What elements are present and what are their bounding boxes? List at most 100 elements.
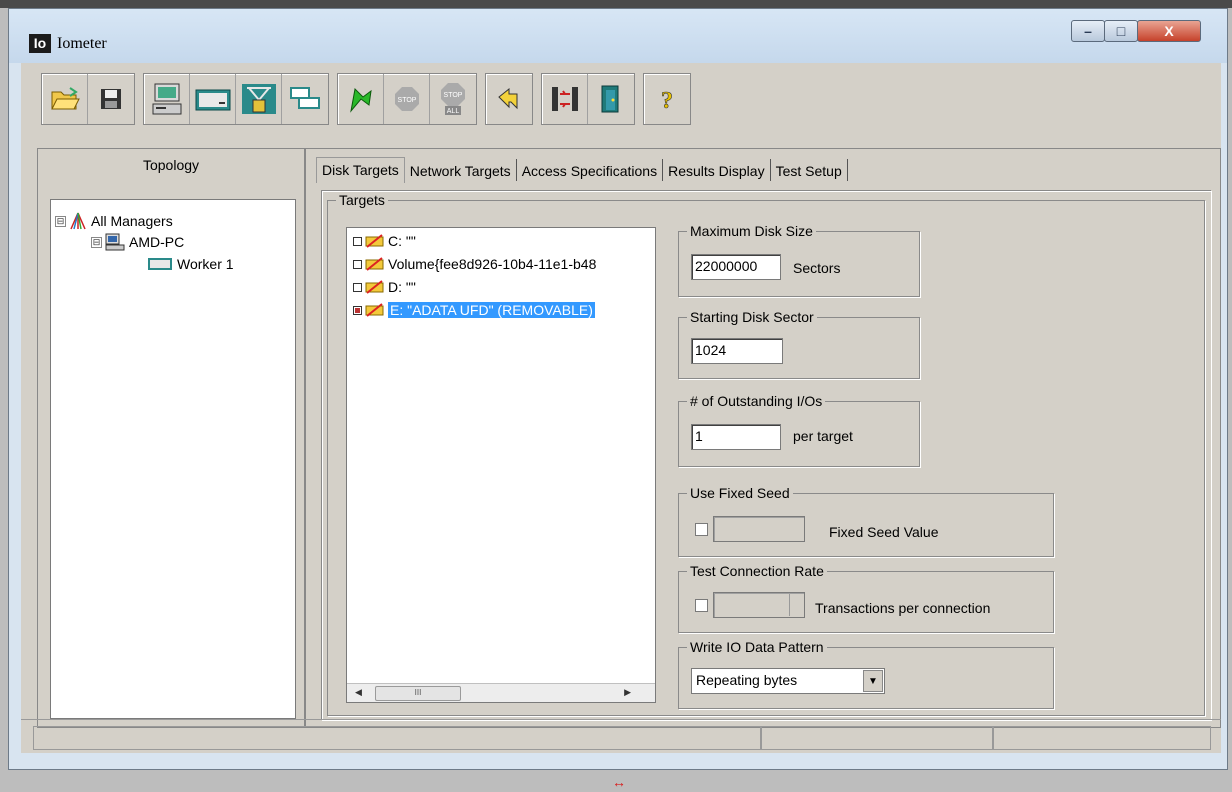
target-item-selected[interactable]: E: "ADATA UFD" (REMOVABLE)	[353, 301, 595, 319]
close-icon: X	[1164, 23, 1174, 39]
tab-access-specifications[interactable]: Access Specifications	[517, 159, 664, 181]
open-icon	[50, 87, 80, 110]
chevron-down-icon[interactable]: ▼	[863, 670, 883, 692]
sectors-label: Sectors	[793, 260, 841, 276]
target-checkbox[interactable]	[353, 259, 362, 269]
connection-rate-spinner[interactable]	[789, 594, 804, 616]
reset-workers-button[interactable]	[486, 74, 532, 124]
write-pattern-label: Write IO Data Pattern	[687, 639, 827, 655]
disconnect-icon	[551, 87, 578, 111]
tree-item-label: Worker 1	[177, 256, 234, 272]
app-logo-icon: Io	[29, 34, 51, 53]
exit-icon	[601, 85, 619, 113]
tree-item-label: AMD-PC	[129, 234, 185, 250]
starting-sector-label: Starting Disk Sector	[687, 309, 817, 325]
save-button[interactable]	[88, 74, 134, 124]
status-pane-3	[993, 726, 1211, 750]
help-button[interactable]: ?	[644, 74, 690, 124]
all-text: ALL	[447, 108, 460, 115]
starting-sector-group: Starting Disk Sector 1024	[678, 309, 920, 379]
fixed-seed-checkbox[interactable]	[695, 523, 708, 536]
tree-item-label: All Managers	[91, 213, 173, 229]
network-worker-icon	[241, 84, 276, 114]
client-area: STOP STOP ALL ? Topology ⊟ All Managers …	[21, 63, 1221, 753]
tab-network-targets[interactable]: Network Targets	[405, 159, 517, 181]
close-button[interactable]: X	[1137, 20, 1201, 42]
connection-rate-group: Test Connection Rate Transactions per co…	[678, 563, 1054, 633]
iometer-window: Io Iometer – □ X STOP STOP ALL ? Topolog…	[8, 8, 1228, 770]
toolbar-group-run: STOP STOP ALL	[337, 73, 477, 125]
fixed-seed-label: Use Fixed Seed	[687, 485, 793, 501]
disk-worker-button[interactable]	[190, 74, 236, 124]
disconnect-button[interactable]	[542, 74, 588, 124]
connection-rate-label: Test Connection Rate	[687, 563, 827, 579]
fixed-seed-group: Use Fixed Seed Fixed Seed Value	[678, 485, 1054, 557]
disk-disabled-icon	[365, 303, 384, 317]
disk-worker-icon	[148, 258, 172, 270]
open-button[interactable]	[42, 74, 88, 124]
scroll-left-icon[interactable]: ◀	[355, 687, 362, 698]
tree-item-amd-pc[interactable]: ⊟ AMD-PC	[91, 233, 184, 251]
target-label: Volume{fee8d926-10b4-11e1-b48	[388, 256, 597, 272]
topology-tree[interactable]: ⊟ All Managers ⊟ AMD-PC Worker 1	[50, 199, 296, 719]
write-pattern-select[interactable]: Repeating bytes ▼	[691, 668, 885, 694]
tab-results-display[interactable]: Results Display	[663, 159, 771, 181]
start-tests-button[interactable]	[338, 74, 384, 124]
resize-arrow-icon: ↔	[612, 774, 626, 790]
toolbar-group-reset	[485, 73, 533, 125]
tree-item-worker-1[interactable]: Worker 1	[147, 256, 234, 272]
stop-button[interactable]: STOP	[384, 74, 430, 124]
connection-rate-checkbox[interactable]	[695, 599, 708, 612]
help-icon: ?	[661, 88, 674, 113]
targets-group: Targets C: "" Volume{fee8d926-10b4-11e1-…	[327, 192, 1205, 716]
outstanding-ios-input[interactable]: 1	[691, 424, 781, 450]
target-item[interactable]: C: ""	[353, 232, 416, 250]
maximize-button[interactable]: □	[1104, 20, 1138, 42]
display-manager-button[interactable]	[144, 74, 190, 124]
target-item[interactable]: Volume{fee8d926-10b4-11e1-b48	[353, 255, 596, 273]
status-bar	[21, 719, 1221, 752]
network-worker-button[interactable]	[236, 74, 282, 124]
transactions-per-connection-label: Transactions per connection	[815, 600, 991, 616]
max-disk-size-label: Maximum Disk Size	[687, 223, 816, 239]
toolbar-group-connection	[541, 73, 635, 125]
target-label: E: "ADATA UFD" (REMOVABLE)	[388, 302, 595, 318]
topology-title: Topology	[142, 157, 200, 173]
tab-bar: Disk Targets Network Targets Access Spec…	[316, 157, 848, 189]
target-checkbox[interactable]	[353, 236, 362, 246]
disk-disabled-icon	[365, 257, 384, 271]
target-checkbox[interactable]	[353, 282, 362, 292]
scroll-thumb[interactable]: III	[375, 686, 461, 701]
duplicate-worker-button[interactable]	[282, 74, 328, 124]
minimize-icon: –	[1084, 23, 1092, 39]
targets-list[interactable]: C: "" Volume{fee8d926-10b4-11e1-b48 D: "…	[346, 227, 656, 703]
target-label: D: ""	[388, 279, 416, 295]
tabs-area: Disk Targets Network Targets Access Spec…	[305, 148, 1221, 728]
top-strip	[0, 0, 1232, 8]
collapse-icon[interactable]: ⊟	[91, 236, 102, 248]
stop-all-button[interactable]: STOP ALL	[430, 74, 476, 124]
tab-test-setup[interactable]: Test Setup	[771, 159, 848, 181]
targets-group-label: Targets	[336, 192, 388, 208]
start-icon	[349, 87, 372, 113]
horizontal-scrollbar[interactable]: ◀ III ▶	[347, 683, 655, 702]
max-disk-size-input[interactable]: 22000000	[691, 254, 781, 280]
all-managers-icon	[70, 212, 86, 230]
minimize-button[interactable]: –	[1071, 20, 1105, 42]
target-checkbox-checked[interactable]	[353, 305, 362, 315]
starting-sector-input[interactable]: 1024	[691, 338, 783, 364]
scroll-right-icon[interactable]: ▶	[624, 687, 631, 698]
topology-panel: Topology ⊟ All Managers ⊟ AMD-PC Worker …	[37, 148, 305, 728]
target-item[interactable]: D: ""	[353, 278, 416, 296]
fixed-seed-input[interactable]	[713, 516, 805, 542]
duplicate-worker-icon	[288, 86, 322, 112]
exit-button[interactable]	[588, 74, 634, 124]
help-text: ?	[661, 88, 673, 113]
tree-item-all-managers[interactable]: ⊟ All Managers	[55, 212, 173, 230]
collapse-icon[interactable]: ⊟	[55, 215, 66, 227]
write-pattern-group: Write IO Data Pattern Repeating bytes ▼	[678, 639, 1054, 709]
tab-disk-targets[interactable]: Disk Targets	[316, 157, 405, 183]
toolbar-group-file	[41, 73, 135, 125]
toolbar-group-help: ?	[643, 73, 691, 125]
title-bar[interactable]: Io Iometer – □ X	[9, 9, 1227, 63]
